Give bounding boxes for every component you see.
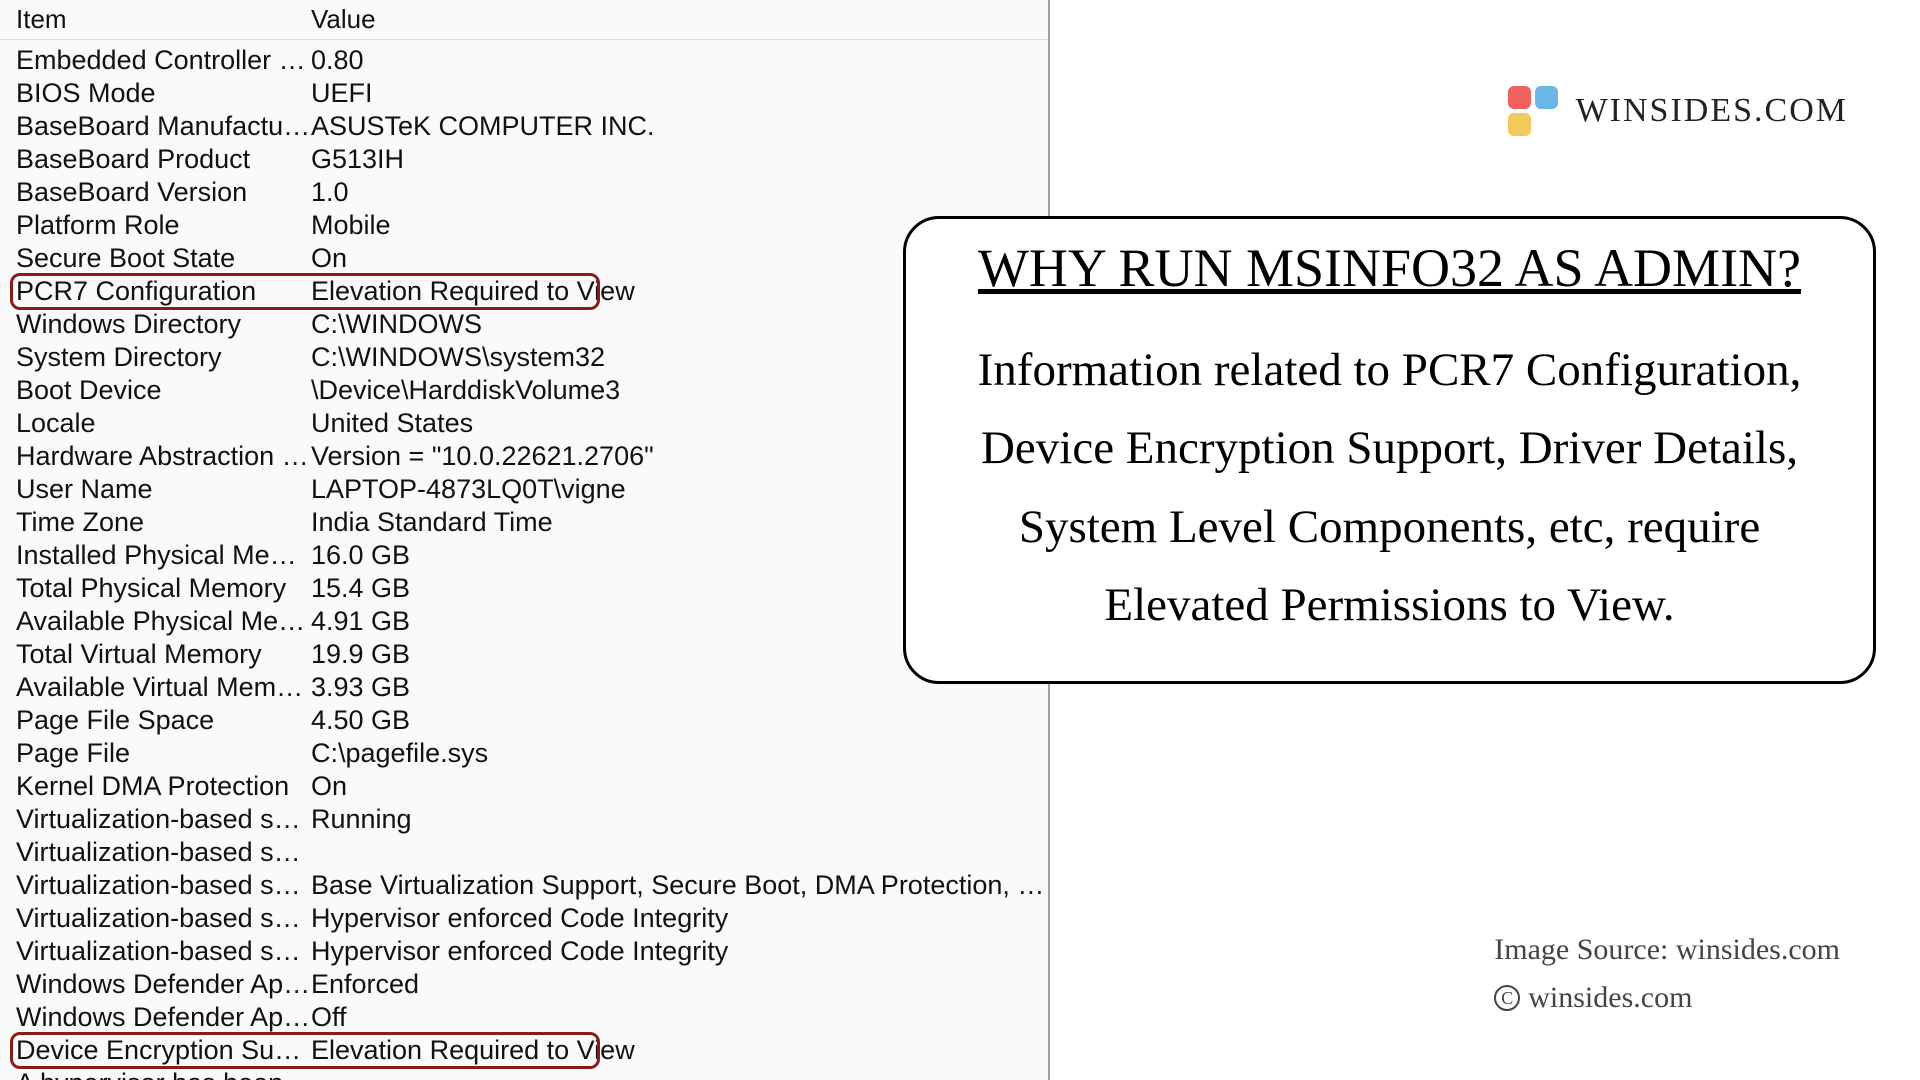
row-item: Available Virtual Memory bbox=[16, 671, 311, 704]
row-item: Page File bbox=[16, 737, 311, 770]
table-row[interactable]: Page FileC:\pagefile.sys bbox=[16, 737, 1048, 770]
copyright-text: winsides.com bbox=[1528, 974, 1692, 1022]
table-row[interactable]: BaseBoard ProductG513IH bbox=[16, 143, 1048, 176]
row-item: Time Zone bbox=[16, 506, 311, 539]
row-item: BaseBoard Manufacturer bbox=[16, 110, 311, 143]
table-row[interactable]: User NameLAPTOP-4873LQ0T\vigne bbox=[16, 473, 1048, 506]
table-row[interactable]: Available Virtual Memory3.93 GB bbox=[16, 671, 1048, 704]
row-value: ASUSTeK COMPUTER INC. bbox=[311, 110, 1048, 143]
table-row[interactable]: Available Physical Memory4.91 GB bbox=[16, 605, 1048, 638]
table-row[interactable]: PCR7 ConfigurationElevation Required to … bbox=[16, 275, 1048, 308]
row-value: UEFI bbox=[311, 77, 1048, 110]
row-item: Windows Directory bbox=[16, 308, 311, 341]
table-row[interactable]: Platform RoleMobile bbox=[16, 209, 1048, 242]
row-item: Locale bbox=[16, 407, 311, 440]
table-row[interactable]: Device Encryption SupportElevation Requi… bbox=[16, 1034, 1048, 1067]
table-row[interactable]: Virtualization-based security S...Hyperv… bbox=[16, 902, 1048, 935]
table-row[interactable]: BaseBoard Version1.0 bbox=[16, 176, 1048, 209]
row-item: Device Encryption Support bbox=[16, 1034, 311, 1067]
table-row[interactable]: Embedded Controller Version0.80 bbox=[16, 44, 1048, 77]
row-value: Hypervisor enforced Code Integrity bbox=[311, 935, 1048, 968]
table-row[interactable]: Hardware Abstraction LayerVersion = "10.… bbox=[16, 440, 1048, 473]
table-row[interactable]: Secure Boot StateOn bbox=[16, 242, 1048, 275]
row-item: Virtualization-based security bbox=[16, 803, 311, 836]
row-item: Embedded Controller Version bbox=[16, 44, 311, 77]
table-row[interactable]: Kernel DMA ProtectionOn bbox=[16, 770, 1048, 803]
brand-text: WINSIDES.COM bbox=[1576, 92, 1848, 130]
table-row[interactable]: Virtualization-based security ... bbox=[16, 836, 1048, 869]
row-item: Windows Defender Applicatio... bbox=[16, 1001, 311, 1034]
row-item: BaseBoard Product bbox=[16, 143, 311, 176]
row-item: BIOS Mode bbox=[16, 77, 311, 110]
table-row[interactable]: Virtualization-based security S...Hyperv… bbox=[16, 935, 1048, 968]
column-header-value[interactable]: Value bbox=[311, 4, 1048, 35]
table-row[interactable]: Windows DirectoryC:\WINDOWS bbox=[16, 308, 1048, 341]
row-item: PCR7 Configuration bbox=[16, 275, 311, 308]
row-item: Virtualization-based security S... bbox=[16, 935, 311, 968]
row-item: Hardware Abstraction Layer bbox=[16, 440, 311, 473]
brand-logo-icon bbox=[1508, 86, 1558, 136]
row-value: Elevation Required to View bbox=[311, 1034, 1048, 1067]
row-value: Base Virtualization Support, Secure Boot… bbox=[311, 869, 1048, 902]
table-row[interactable]: Virtualization-based securityRunning bbox=[16, 803, 1048, 836]
row-value: G513IH bbox=[311, 143, 1048, 176]
row-value: On bbox=[311, 770, 1048, 803]
row-item: User Name bbox=[16, 473, 311, 506]
row-value: Hypervisor enforced Code Integrity bbox=[311, 902, 1048, 935]
explanation-callout: WHY RUN MSINFO32 AS ADMIN? Information r… bbox=[903, 216, 1876, 684]
msinfo32-panel: Item Value Embedded Controller Version0.… bbox=[0, 0, 1050, 1080]
row-value: 0.80 bbox=[311, 44, 1048, 77]
table-row[interactable]: System DirectoryC:\WINDOWS\system32 bbox=[16, 341, 1048, 374]
row-item: Windows Defender Applicatio... bbox=[16, 968, 311, 1001]
table-row[interactable]: Installed Physical Memory (RA...16.0 GB bbox=[16, 539, 1048, 572]
row-item: Virtualization-based security S... bbox=[16, 902, 311, 935]
row-item: Installed Physical Memory (RA... bbox=[16, 539, 311, 572]
row-item: Platform Role bbox=[16, 209, 311, 242]
callout-title: WHY RUN MSINFO32 AS ADMIN? bbox=[946, 237, 1833, 299]
row-item: BaseBoard Version bbox=[16, 176, 311, 209]
table-row[interactable]: Total Virtual Memory19.9 GB bbox=[16, 638, 1048, 671]
table-row[interactable]: Boot Device\Device\HarddiskVolume3 bbox=[16, 374, 1048, 407]
row-item: System Directory bbox=[16, 341, 311, 374]
row-value: 4.50 GB bbox=[311, 704, 1048, 737]
table-row[interactable]: Windows Defender Applicatio...Enforced bbox=[16, 968, 1048, 1001]
row-value bbox=[311, 1067, 1048, 1080]
row-value: C:\pagefile.sys bbox=[311, 737, 1048, 770]
row-value: Off bbox=[311, 1001, 1048, 1034]
brand-block: WINSIDES.COM bbox=[1508, 86, 1848, 136]
table-row[interactable]: BIOS ModeUEFI bbox=[16, 77, 1048, 110]
msinfo-rows: Embedded Controller Version0.80BIOS Mode… bbox=[0, 40, 1048, 1080]
column-header-item[interactable]: Item bbox=[16, 4, 311, 35]
row-item: Page File Space bbox=[16, 704, 311, 737]
copyright-line: C winsides.com bbox=[1494, 974, 1840, 1022]
row-item: Boot Device bbox=[16, 374, 311, 407]
table-row[interactable]: Page File Space4.50 GB bbox=[16, 704, 1048, 737]
footer-credits: Image Source: winsides.com C winsides.co… bbox=[1494, 926, 1840, 1022]
table-row[interactable]: LocaleUnited States bbox=[16, 407, 1048, 440]
image-source-text: Image Source: winsides.com bbox=[1494, 926, 1840, 974]
row-item: A hypervisor has been detecte bbox=[16, 1067, 311, 1080]
row-item: Virtualization-based security ... bbox=[16, 869, 311, 902]
table-row[interactable]: Virtualization-based security ...Base Vi… bbox=[16, 869, 1048, 902]
table-row[interactable]: Windows Defender Applicatio...Off bbox=[16, 1001, 1048, 1034]
row-item: Available Physical Memory bbox=[16, 605, 311, 638]
table-row[interactable]: A hypervisor has been detecte bbox=[16, 1067, 1048, 1080]
copyright-icon: C bbox=[1494, 985, 1520, 1011]
row-item: Total Physical Memory bbox=[16, 572, 311, 605]
row-item: Secure Boot State bbox=[16, 242, 311, 275]
row-item: Total Virtual Memory bbox=[16, 638, 311, 671]
row-item: Kernel DMA Protection bbox=[16, 770, 311, 803]
table-row[interactable]: Total Physical Memory15.4 GB bbox=[16, 572, 1048, 605]
callout-body: Information related to PCR7 Configuratio… bbox=[946, 331, 1833, 645]
row-value: Running bbox=[311, 803, 1048, 836]
row-item: Virtualization-based security ... bbox=[16, 836, 311, 869]
table-row[interactable]: Time ZoneIndia Standard Time bbox=[16, 506, 1048, 539]
msinfo-header-row[interactable]: Item Value bbox=[0, 0, 1048, 40]
row-value bbox=[311, 836, 1048, 869]
row-value: 1.0 bbox=[311, 176, 1048, 209]
row-value: Enforced bbox=[311, 968, 1048, 1001]
table-row[interactable]: BaseBoard ManufacturerASUSTeK COMPUTER I… bbox=[16, 110, 1048, 143]
